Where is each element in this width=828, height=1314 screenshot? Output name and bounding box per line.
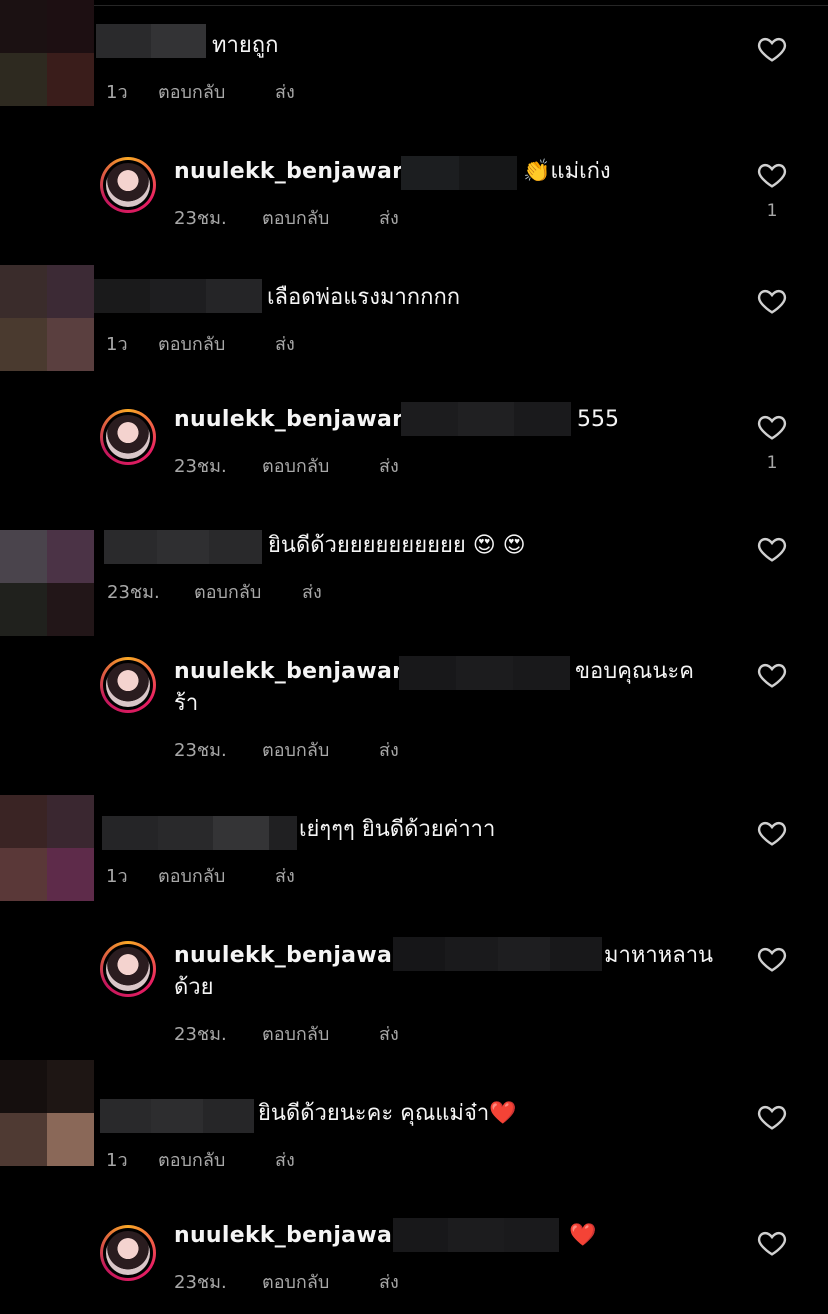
comment-time: 23ชม. <box>107 582 160 603</box>
send-button[interactable]: ส่ง <box>379 735 399 764</box>
heart-icon[interactable] <box>756 817 788 849</box>
comment-meta: 23ชม. ตอบกลับ ส่ง <box>174 1019 399 1048</box>
divider <box>94 5 828 6</box>
redacted-mention <box>96 24 206 58</box>
redacted-mention <box>104 530 263 564</box>
comment-text-continued: ร้า <box>174 691 199 716</box>
heart-icon[interactable] <box>756 285 788 317</box>
like-count: 1 <box>766 201 778 221</box>
redacted-mention <box>102 816 298 850</box>
avatar-pixelated[interactable] <box>0 265 94 371</box>
comment-time: 23ชม. <box>174 208 227 229</box>
avatar-pixelated[interactable] <box>0 530 94 636</box>
heart-icon[interactable] <box>756 533 788 565</box>
avatar-pixelated[interactable] <box>0 1060 94 1166</box>
reply-button[interactable]: ตอบกลับ <box>194 577 302 606</box>
comment-meta: 1ว ตอบกลับ ส่ง <box>106 329 295 358</box>
heart-icon[interactable] <box>756 1227 788 1259</box>
username[interactable]: nuulekk_benjawan <box>174 940 408 972</box>
send-button[interactable]: ส่ง <box>379 203 399 232</box>
comment-text: ขอบคุณนะค <box>575 659 694 684</box>
redacted-mention <box>399 656 570 690</box>
send-button[interactable]: ส่ง <box>275 77 295 106</box>
heart-icon[interactable] <box>756 411 788 443</box>
heart-icon[interactable] <box>756 659 788 691</box>
send-button[interactable]: ส่ง <box>379 451 399 480</box>
comment-time: 1ว <box>106 82 128 103</box>
comment-time: 23ชม. <box>174 1272 227 1293</box>
comment-text: ยินดีด้วยนะคะ คุณแม่จ๋า❤️ <box>258 1101 517 1126</box>
comment-text: 👏แม่เก่ง <box>523 159 611 184</box>
reply-button[interactable]: ตอบกลับ <box>262 203 379 232</box>
comment-text: เย่ๆๆๆ ยินดีด้วยค่าาา <box>299 817 496 842</box>
comment-text-continued: ด้วย <box>174 975 214 1000</box>
redacted-mention <box>401 402 572 436</box>
comment-text: ยินดีด้วยยยยยยยยยย 😍 😍 <box>268 533 526 558</box>
reply-button[interactable]: ตอบกลับ <box>262 735 379 764</box>
reply-button[interactable]: ตอบกลับ <box>262 1267 379 1296</box>
avatar[interactable] <box>100 157 156 213</box>
username[interactable]: nuulekk_benjawan <box>174 656 408 688</box>
send-button[interactable]: ส่ง <box>379 1019 399 1048</box>
reply-button[interactable]: ตอบกลับ <box>158 329 275 358</box>
send-button[interactable]: ส่ง <box>379 1267 399 1296</box>
comment-text: เลือดพ่อแรงมากกกก <box>267 285 461 310</box>
comment-text: ❤️ <box>569 1223 597 1248</box>
comment-meta: 23ชม. ตอบกลับ ส่ง <box>174 451 399 480</box>
comment-time: 23ชม. <box>174 456 227 477</box>
comment-meta: 1ว ตอบกลับ ส่ง <box>106 861 295 890</box>
comment-time: 23ชม. <box>174 1024 227 1045</box>
like-count: 1 <box>766 453 778 473</box>
comment-text: ทายถูก <box>212 33 279 58</box>
reply-button[interactable]: ตอบกลับ <box>262 1019 379 1048</box>
comment-time: 1ว <box>106 334 128 355</box>
comment-meta: 1ว ตอบกลับ ส่ง <box>106 77 295 106</box>
avatar[interactable] <box>100 941 156 997</box>
avatar[interactable] <box>100 1225 156 1281</box>
heart-icon[interactable] <box>756 159 788 191</box>
comment-meta: 23ชม. ตอบกลับ ส่ง <box>174 203 399 232</box>
send-button[interactable]: ส่ง <box>275 861 295 890</box>
comment-meta: 23ชม. ตอบกลับ ส่ง <box>174 735 399 764</box>
avatar[interactable] <box>100 657 156 713</box>
heart-icon[interactable] <box>756 1101 788 1133</box>
reply-button[interactable]: ตอบกลับ <box>158 861 275 890</box>
comment-text: มาหาหลาน <box>604 943 714 968</box>
username[interactable]: nuulekk_benjawan <box>174 1220 408 1252</box>
comment-meta: 23ชม. ตอบกลับ ส่ง <box>107 577 322 606</box>
redacted-mention <box>100 1099 254 1133</box>
comment-time: 23ชม. <box>174 740 227 761</box>
avatar-pixelated[interactable] <box>0 795 94 901</box>
avatar[interactable] <box>100 409 156 465</box>
comment-time: 1ว <box>106 1150 128 1171</box>
send-button[interactable]: ส่ง <box>302 577 322 606</box>
comment-meta: 1ว ตอบกลับ ส่ง <box>106 1145 295 1174</box>
comment-meta: 23ชม. ตอบกลับ ส่ง <box>174 1267 399 1296</box>
redacted-mention <box>94 279 262 313</box>
send-button[interactable]: ส่ง <box>275 1145 295 1174</box>
username[interactable]: nuulekk_benjawan <box>174 156 408 188</box>
username[interactable]: nuulekk_benjawan <box>174 404 408 436</box>
reply-button[interactable]: ตอบกลับ <box>262 451 379 480</box>
redacted-mention <box>393 937 602 971</box>
heart-icon[interactable] <box>756 33 788 65</box>
reply-button[interactable]: ตอบกลับ <box>158 77 275 106</box>
reply-button[interactable]: ตอบกลับ <box>158 1145 275 1174</box>
comment-time: 1ว <box>106 866 128 887</box>
redacted-mention <box>393 1218 559 1252</box>
heart-icon[interactable] <box>756 943 788 975</box>
redacted-mention <box>401 156 517 190</box>
comment-text: 555 <box>577 407 619 432</box>
avatar-pixelated[interactable] <box>0 0 94 106</box>
send-button[interactable]: ส่ง <box>275 329 295 358</box>
